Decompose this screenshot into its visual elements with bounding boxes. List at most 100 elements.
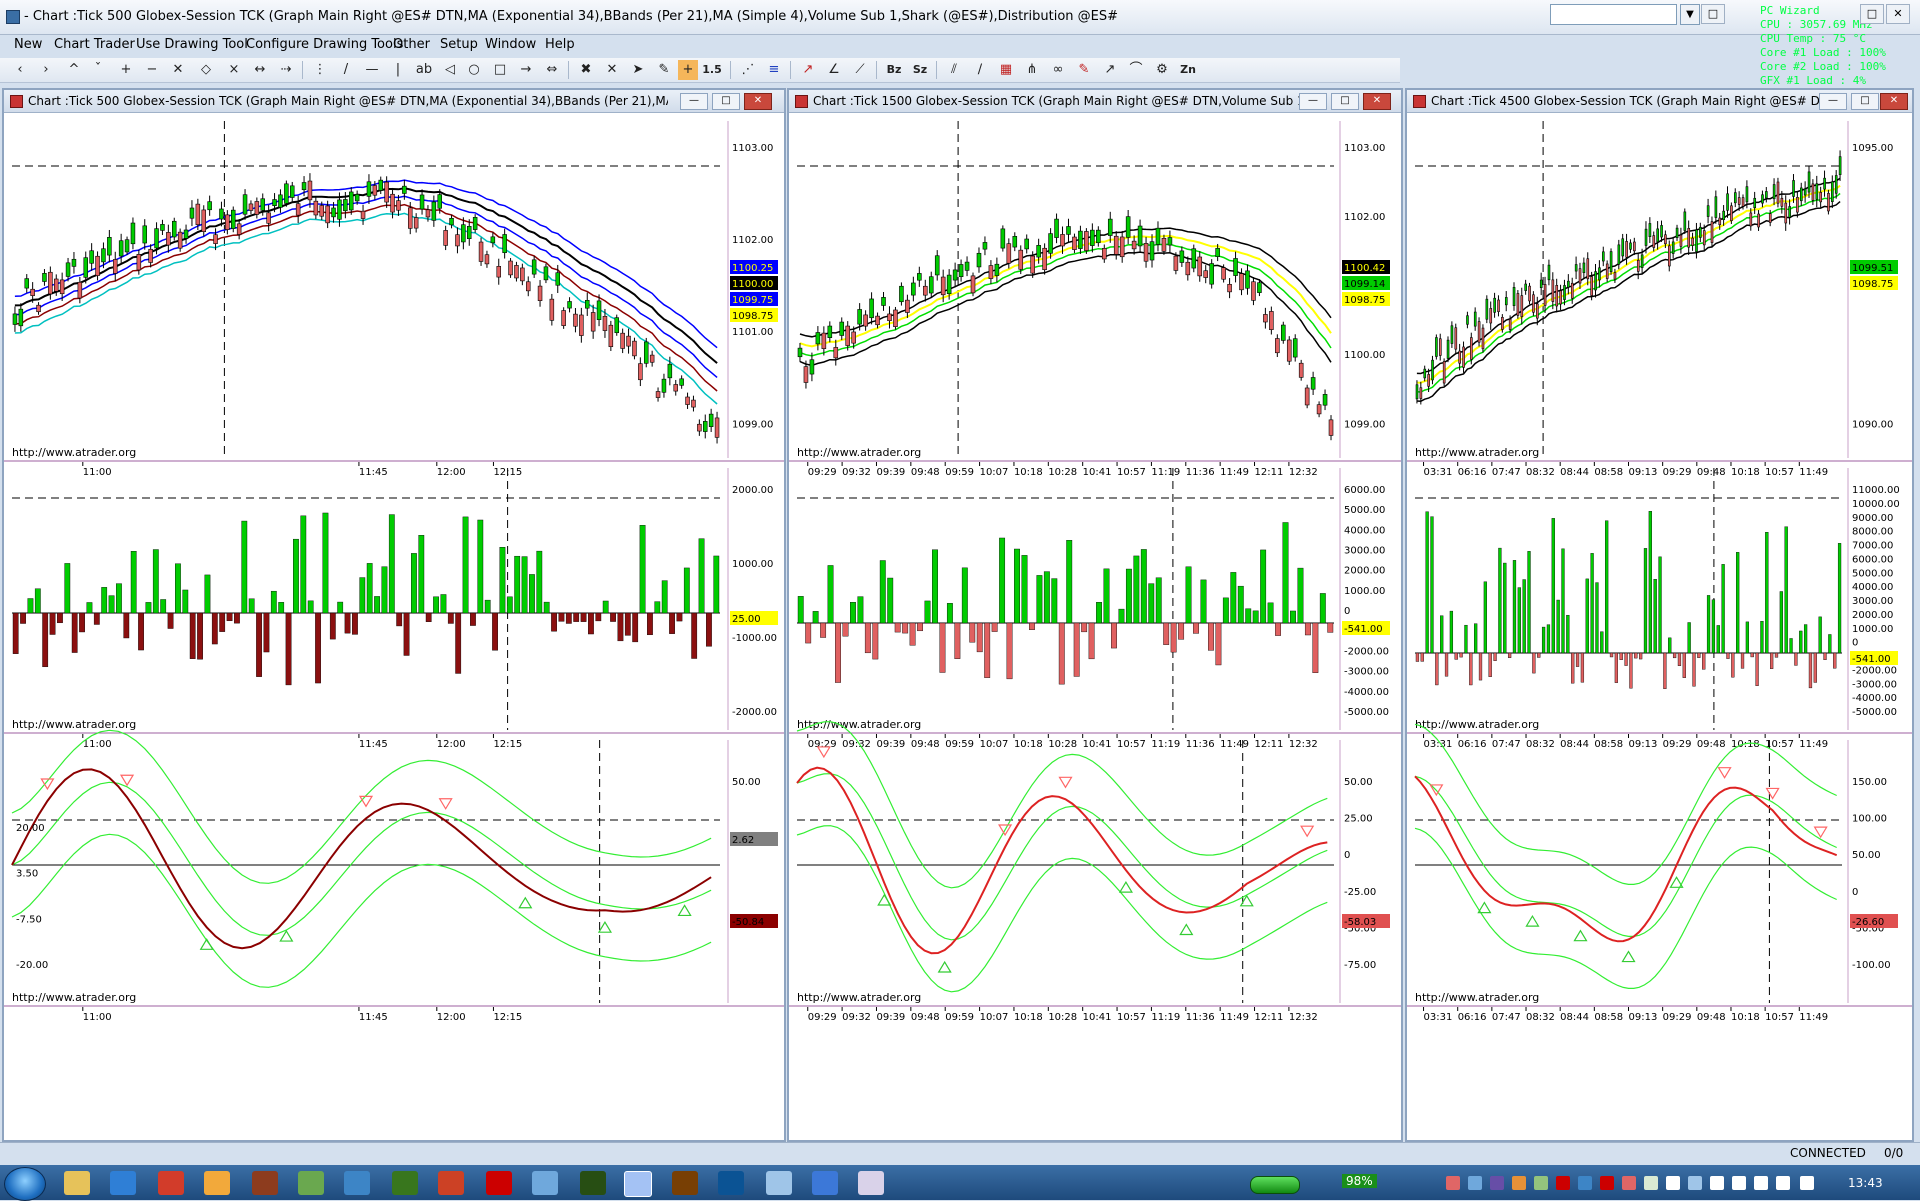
- chart-window-titlebar[interactable]: Chart :Tick 4500 Globex-Session TCK (Gra…: [1407, 90, 1912, 113]
- arrow-right-icon[interactable]: ⇢: [276, 60, 296, 80]
- chart-maximize-button[interactable]: □: [712, 93, 740, 110]
- speaker-icon[interactable]: [1776, 1176, 1790, 1190]
- chrome-icon[interactable]: [158, 1171, 184, 1195]
- app-icon-14[interactable]: [672, 1171, 698, 1195]
- diamond-icon[interactable]: ◇: [196, 60, 216, 80]
- zn-button[interactable]: Zn: [1178, 60, 1198, 80]
- chart-window-1500-tick[interactable]: Chart :Tick 1500 Globex-Session TCK (Gra…: [787, 88, 1403, 1142]
- ellipse-icon[interactable]: ○: [464, 60, 484, 80]
- fan-icon[interactable]: ⋰: [738, 60, 758, 80]
- pencil-icon[interactable]: ✎: [654, 60, 674, 80]
- tray-app-icon[interactable]: [1688, 1176, 1702, 1190]
- polygon-icon[interactable]: ◁: [440, 60, 460, 80]
- channel-icon[interactable]: ⫽: [944, 60, 964, 80]
- arc-icon[interactable]: ⌒: [1126, 60, 1146, 80]
- chart-maximize-button[interactable]: □: [1331, 93, 1359, 110]
- window-close-button[interactable]: ✕: [1886, 4, 1910, 24]
- tray-app-icon[interactable]: [1666, 1176, 1680, 1190]
- text-tool-icon[interactable]: ab: [414, 60, 434, 80]
- tray-app-icon[interactable]: [1490, 1176, 1504, 1190]
- tool-red-line-icon[interactable]: ↗: [798, 60, 818, 80]
- chart-close-button[interactable]: ✕: [1880, 93, 1908, 110]
- valley-icon[interactable]: ˇ: [88, 60, 108, 80]
- tray-app-icon[interactable]: [1732, 1176, 1746, 1190]
- search-dropdown-icon[interactable]: ▼: [1680, 4, 1700, 25]
- tray-app-icon[interactable]: [1556, 1176, 1570, 1190]
- window-maximize-button[interactable]: □: [1860, 4, 1884, 24]
- app-icon-18[interactable]: [858, 1171, 884, 1195]
- menu-other[interactable]: Other: [393, 37, 430, 52]
- app-icon-12[interactable]: [580, 1171, 606, 1195]
- network-icon[interactable]: [1800, 1176, 1814, 1190]
- speed-line-icon[interactable]: ↗: [1100, 60, 1120, 80]
- chart-minimize-button[interactable]: —: [1819, 93, 1847, 110]
- app-icon-17[interactable]: [812, 1171, 838, 1195]
- cross-icon[interactable]: ×: [224, 60, 244, 80]
- app-icon-16[interactable]: [766, 1171, 792, 1195]
- app-icon-15[interactable]: [718, 1171, 744, 1195]
- chart-canvas-4500-tick[interactable]: http://www.atrader.org 03:31 06:16 07:47 08:…: [1407, 113, 1912, 1138]
- tray-app-icon[interactable]: [1600, 1176, 1614, 1190]
- app-icon-9[interactable]: [438, 1171, 464, 1195]
- x-marker-icon[interactable]: ✕: [168, 60, 188, 80]
- pitchfork-icon[interactable]: ⋔: [1022, 60, 1042, 80]
- arrow-left-right-icon[interactable]: ↔: [250, 60, 270, 80]
- pointer-icon[interactable]: ➤: [628, 60, 648, 80]
- forward-icon[interactable]: ›: [36, 60, 56, 80]
- menu-window[interactable]: Window: [485, 37, 536, 52]
- tray-app-icon[interactable]: [1644, 1176, 1658, 1190]
- menu-setup[interactable]: Setup: [440, 37, 478, 52]
- tray-app-icon[interactable]: [1710, 1176, 1724, 1190]
- app-icon-7[interactable]: [344, 1171, 370, 1195]
- trend-line-icon[interactable]: /: [336, 60, 356, 80]
- chart-canvas-1500-tick[interactable]: http://www.atrader.org 09:29 09:32 09:39 09:…: [789, 113, 1401, 1138]
- symbol-search-input[interactable]: [1550, 4, 1677, 25]
- chart-maximize-button[interactable]: □: [1851, 93, 1879, 110]
- chart-close-button[interactable]: ✕: [744, 93, 772, 110]
- chart-window-titlebar[interactable]: Chart :Tick 500 Globex-Session TCK (Grap…: [4, 90, 784, 113]
- internet-explorer-icon[interactable]: [110, 1171, 136, 1195]
- app-icon-6[interactable]: [298, 1171, 324, 1195]
- settings-tool-icon[interactable]: ⚙: [1152, 60, 1172, 80]
- arrow-icon[interactable]: →: [516, 60, 536, 80]
- chart-window-500-tick[interactable]: Chart :Tick 500 Globex-Session TCK (Grap…: [2, 88, 786, 1142]
- marker-icon[interactable]: ✎: [1074, 60, 1094, 80]
- pdf-reader-icon[interactable]: [486, 1171, 512, 1195]
- chart-close-button[interactable]: ✕: [1363, 93, 1391, 110]
- crosshair-toggle-icon[interactable]: +: [678, 60, 698, 80]
- menu-new[interactable]: New: [14, 37, 42, 52]
- fibonacci-icon[interactable]: ≡: [764, 60, 784, 80]
- regression-icon[interactable]: ∕: [970, 60, 990, 80]
- app-icon-11[interactable]: [532, 1171, 558, 1195]
- tray-app-icon[interactable]: [1534, 1176, 1548, 1190]
- notes-app-icon[interactable]: [204, 1171, 230, 1195]
- ray-line-icon[interactable]: |: [388, 60, 408, 80]
- color-palette-icon[interactable]: ▦: [996, 60, 1016, 80]
- back-icon[interactable]: ‹: [10, 60, 30, 80]
- zoom-level-button[interactable]: 1.5: [702, 60, 722, 80]
- app-icon-8[interactable]: [392, 1171, 418, 1195]
- delete-all-icon[interactable]: ✕: [602, 60, 622, 80]
- menu-help[interactable]: Help: [545, 37, 575, 52]
- tray-app-icon[interactable]: [1622, 1176, 1636, 1190]
- tool-gann-icon[interactable]: ⟋: [850, 60, 870, 80]
- cycle-icon[interactable]: ∞: [1048, 60, 1068, 80]
- app-icon-5[interactable]: [252, 1171, 278, 1195]
- tray-app-icon[interactable]: [1512, 1176, 1526, 1190]
- tray-app-icon[interactable]: [1754, 1176, 1768, 1190]
- crosshair-icon[interactable]: +: [116, 60, 136, 80]
- chart-window-titlebar[interactable]: Chart :Tick 1500 Globex-Session TCK (Gra…: [789, 90, 1401, 113]
- chart-window-4500-tick[interactable]: Chart :Tick 4500 Globex-Session TCK (Gra…: [1405, 88, 1914, 1142]
- tool-angle-icon[interactable]: ∠: [824, 60, 844, 80]
- menu-use-drawing-tool[interactable]: Use Drawing Tool: [136, 37, 248, 52]
- minus-icon[interactable]: −: [142, 60, 162, 80]
- explorer-icon[interactable]: [64, 1171, 90, 1195]
- tray-chrome-icon[interactable]: [1446, 1176, 1460, 1190]
- delete-drawing-icon[interactable]: ✖: [576, 60, 596, 80]
- tray-app-icon[interactable]: [1578, 1176, 1592, 1190]
- chart-minimize-button[interactable]: —: [1299, 93, 1327, 110]
- menu-configure-drawing-tools[interactable]: Configure Drawing Tools: [246, 37, 403, 52]
- peak-icon[interactable]: ^: [64, 60, 84, 80]
- trading-app-icon[interactable]: [624, 1171, 652, 1197]
- double-arrow-icon[interactable]: ⇔: [542, 60, 562, 80]
